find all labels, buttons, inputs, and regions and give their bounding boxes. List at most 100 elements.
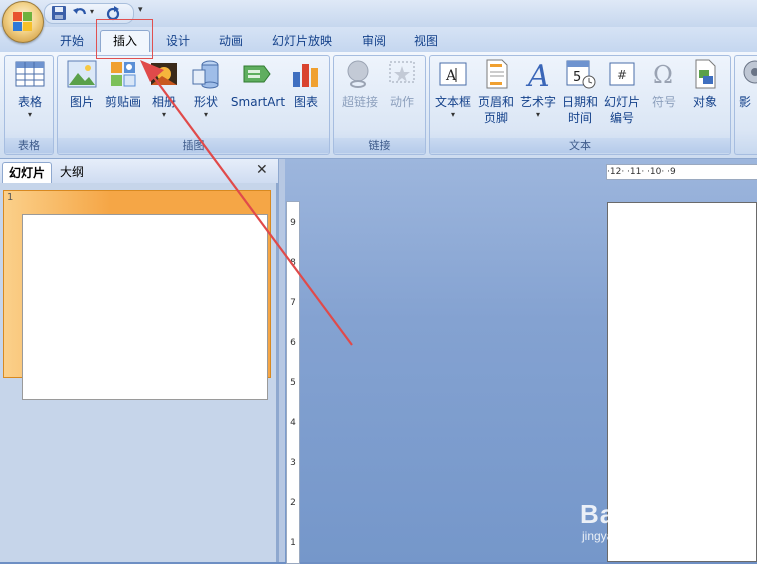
photo-album-button[interactable]: 相册 ▾ [146,58,182,120]
action-button[interactable]: 动作 [384,58,420,110]
undo-icon[interactable] [72,5,88,21]
panel-tabs: 幻灯片 大纲 ✕ [0,159,278,184]
tab-design[interactable]: 设计 [158,31,198,51]
clipart-icon [107,58,139,90]
object-icon [689,58,721,90]
date-time-label-line2: 时间 [567,111,592,125]
photo-album-icon [148,58,180,90]
panel-splitter[interactable] [278,159,285,562]
vertical-ruler: 9 8 7 6 5 4 3 2 1 [286,201,300,564]
header-footer-icon [480,58,512,90]
svg-text:#: # [617,68,627,82]
chevron-down-icon: ▾ [27,110,32,119]
customize-qat-icon[interactable]: ▾ [138,5,143,15]
ruler-number: 2 [290,498,296,508]
movie-label: 影 [739,95,752,109]
movie-button[interactable]: 影 [739,58,757,110]
header-footer-button[interactable]: 页眉和 页脚 [475,58,517,126]
object-label: 对象 [692,95,717,109]
tab-slideshow[interactable]: 幻灯片放映 [266,31,338,51]
object-button[interactable]: 对象 [686,58,724,110]
chevron-down-icon: ▾ [203,110,208,119]
shapes-label: 形状 [193,95,218,109]
smartart-icon [242,58,274,90]
group-label-illustrations: 插图 [58,138,329,153]
watermark-sub: jingyan.baidu.com [582,529,679,543]
slide-number-button[interactable]: # 幻灯片 编号 [602,58,642,126]
date-time-button[interactable]: 5 日期和 时间 [560,58,600,126]
table-icon [14,58,46,90]
smartart-button[interactable]: SmartArt [230,58,286,110]
tab-animations[interactable]: 动画 [211,31,251,51]
slide-number-icon: # [606,58,638,90]
watermark-main: Bai du 经验 [580,499,728,529]
slide-thumbnail-1[interactable] [22,214,268,400]
symbol-button[interactable]: Ω 符号 [646,58,682,110]
movie-icon [739,58,757,90]
ruler-number: 9 [290,218,296,228]
chart-button[interactable]: 图表 [288,58,324,110]
date-time-label-line1: 日期和 [561,95,598,109]
chart-label: 图表 [293,95,318,109]
clipart-label: 剪贴画 [104,95,141,109]
slide-number-label-line1: 幻灯片 [603,95,640,109]
header-footer-label-line2: 页脚 [483,111,508,125]
ruler-number: 1 [290,538,296,548]
shapes-icon [190,58,222,90]
slide-thumbnails: 1 [0,183,278,562]
hyperlink-label: 超链接 [341,95,378,109]
svg-text:A: A [525,59,550,90]
save-icon[interactable] [51,5,67,21]
insert-tab-highlight-box [96,19,153,59]
action-label: 动作 [389,95,414,109]
group-tables: 表格 ▾ 表格 [4,55,54,155]
tab-slides[interactable]: 幻灯片 [2,162,53,183]
tab-outline[interactable]: 大纲 [54,162,90,182]
picture-button[interactable]: 图片 [63,58,101,110]
wordart-label: 艺术字 [519,95,556,109]
svg-text:Ω: Ω [653,61,673,89]
undo-dropdown[interactable]: ▾ [90,7,94,16]
office-logo-icon [13,12,33,32]
shapes-button[interactable]: 形状 ▾ [188,58,224,120]
horizontal-ruler: ·12· ·11· ·10· ·9 [606,164,757,180]
chevron-down-icon: ▾ [535,110,540,119]
group-label-tables: 表格 [5,138,53,153]
textbox-icon: A [437,58,469,90]
textbox-button[interactable]: A 文本框 ▾ [432,58,474,120]
ribbon: 表格 ▾ 表格 图片 剪贴画 相册 ▾ 形状 ▾ SmartArt 图表 插图 … [0,52,757,159]
group-links: 超链接 动作 链接 [333,55,426,155]
ruler-number: 7 [290,298,296,308]
slides-panel: 幻灯片 大纲 ✕ 1 [0,159,278,562]
group-illustrations: 图片 剪贴画 相册 ▾ 形状 ▾ SmartArt 图表 插图 [57,55,330,155]
slide-number-label-line2: 编号 [609,111,634,125]
tab-view[interactable]: 视图 [406,31,446,51]
group-media: 影 [734,55,757,155]
chart-icon [290,58,322,90]
group-label-links: 链接 [334,138,425,153]
clipart-button[interactable]: 剪贴画 [103,58,143,110]
chevron-down-icon: ▾ [161,110,166,119]
picture-label: 图片 [69,95,94,109]
hyperlink-button[interactable]: 超链接 [338,58,382,110]
svg-text:A: A [445,68,457,84]
table-button[interactable]: 表格 ▾ [12,58,48,120]
symbol-icon: Ω [648,58,680,90]
date-time-icon: 5 [564,58,596,90]
ruler-number: 3 [290,458,296,468]
tab-review[interactable]: 审阅 [354,31,394,51]
header-footer-label-line1: 页眉和 [477,95,514,109]
wordart-button[interactable]: A 艺术字 ▾ [518,58,558,120]
office-button[interactable] [2,1,44,43]
close-icon[interactable]: ✕ [256,162,268,178]
textbox-label: 文本框 [434,95,471,109]
table-button-label: 表格 [17,95,42,109]
ruler-number: 8 [290,258,296,268]
svg-text:5: 5 [573,70,581,85]
chevron-down-icon: ▾ [450,110,455,119]
ruler-number: 6 [290,338,296,348]
slide-number: 1 [7,192,14,203]
wordart-icon: A [522,58,554,94]
ruler-number: 4 [290,418,296,428]
tab-home[interactable]: 开始 [52,31,92,51]
